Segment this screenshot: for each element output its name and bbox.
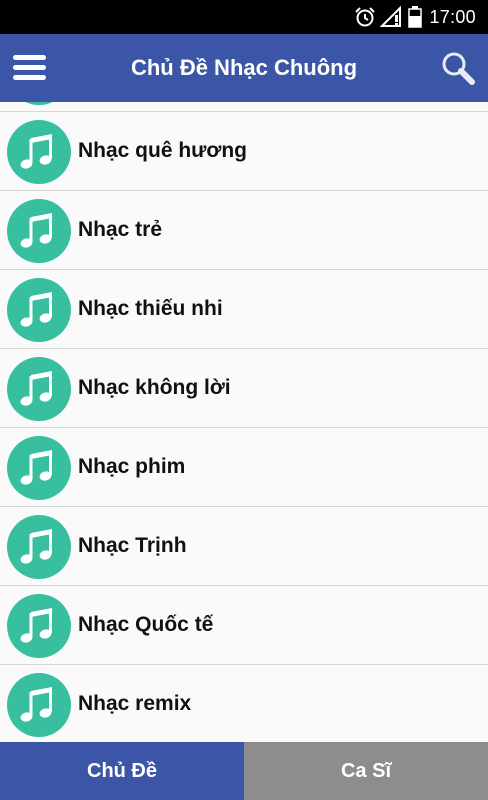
list-item[interactable]: Nhạc trẻ: [0, 191, 488, 270]
list-item-label: Nhạc phim: [78, 455, 186, 478]
list-item-label: Nhạc Trịnh: [78, 534, 187, 557]
music-note-icon: [7, 673, 71, 737]
ringtone-category-list[interactable]: Nhạc quê hương Nhạc trẻ Nhạc thiếu nhi N…: [0, 102, 488, 742]
music-note-icon: [7, 594, 71, 658]
music-note-icon: [7, 436, 71, 500]
list-item[interactable]: Nhạc phim: [0, 428, 488, 507]
battery-icon: [408, 6, 422, 28]
status-time: 17:00: [429, 7, 476, 27]
signal-icon: [380, 6, 401, 27]
status-bar: 17:00: [0, 0, 488, 34]
list-item[interactable]: Nhạc Trịnh: [0, 507, 488, 586]
music-note-icon: [7, 515, 71, 579]
music-note-icon: [7, 102, 71, 105]
list-item-partial: [0, 102, 488, 112]
list-item[interactable]: Nhạc không lời: [0, 349, 488, 428]
tab-chu-de[interactable]: Chủ Đề: [0, 742, 244, 800]
list-item-label: Nhạc Quốc tế: [78, 613, 214, 636]
list-item-label: Nhạc thiếu nhi: [78, 297, 223, 320]
list-item[interactable]: Nhạc thiếu nhi: [0, 270, 488, 349]
music-note-icon: [7, 357, 71, 421]
music-note-icon: [7, 278, 71, 342]
list-item-label: Nhạc trẻ: [78, 218, 163, 241]
music-note-icon: [7, 199, 71, 263]
list-item[interactable]: Nhạc Quốc tế: [0, 586, 488, 665]
app-bar: Chủ Đề Nhạc Chuông: [0, 34, 488, 102]
music-note-icon: [7, 120, 71, 184]
list-item[interactable]: Nhạc remix: [0, 665, 488, 742]
list-item-label: Nhạc quê hương: [78, 139, 247, 162]
list-item[interactable]: Nhạc quê hương: [0, 112, 488, 191]
tab-ca-si[interactable]: Ca Sĩ: [244, 742, 488, 800]
page-title: Chủ Đề Nhạc Chuông: [130, 55, 358, 80]
bottom-tab-bar: Chủ Đề Ca Sĩ: [0, 742, 488, 800]
search-icon[interactable]: [438, 48, 478, 88]
list-item-label: Nhạc không lời: [78, 376, 231, 399]
list-item-label: Nhạc remix: [78, 692, 192, 715]
alarm-icon: [355, 7, 375, 27]
